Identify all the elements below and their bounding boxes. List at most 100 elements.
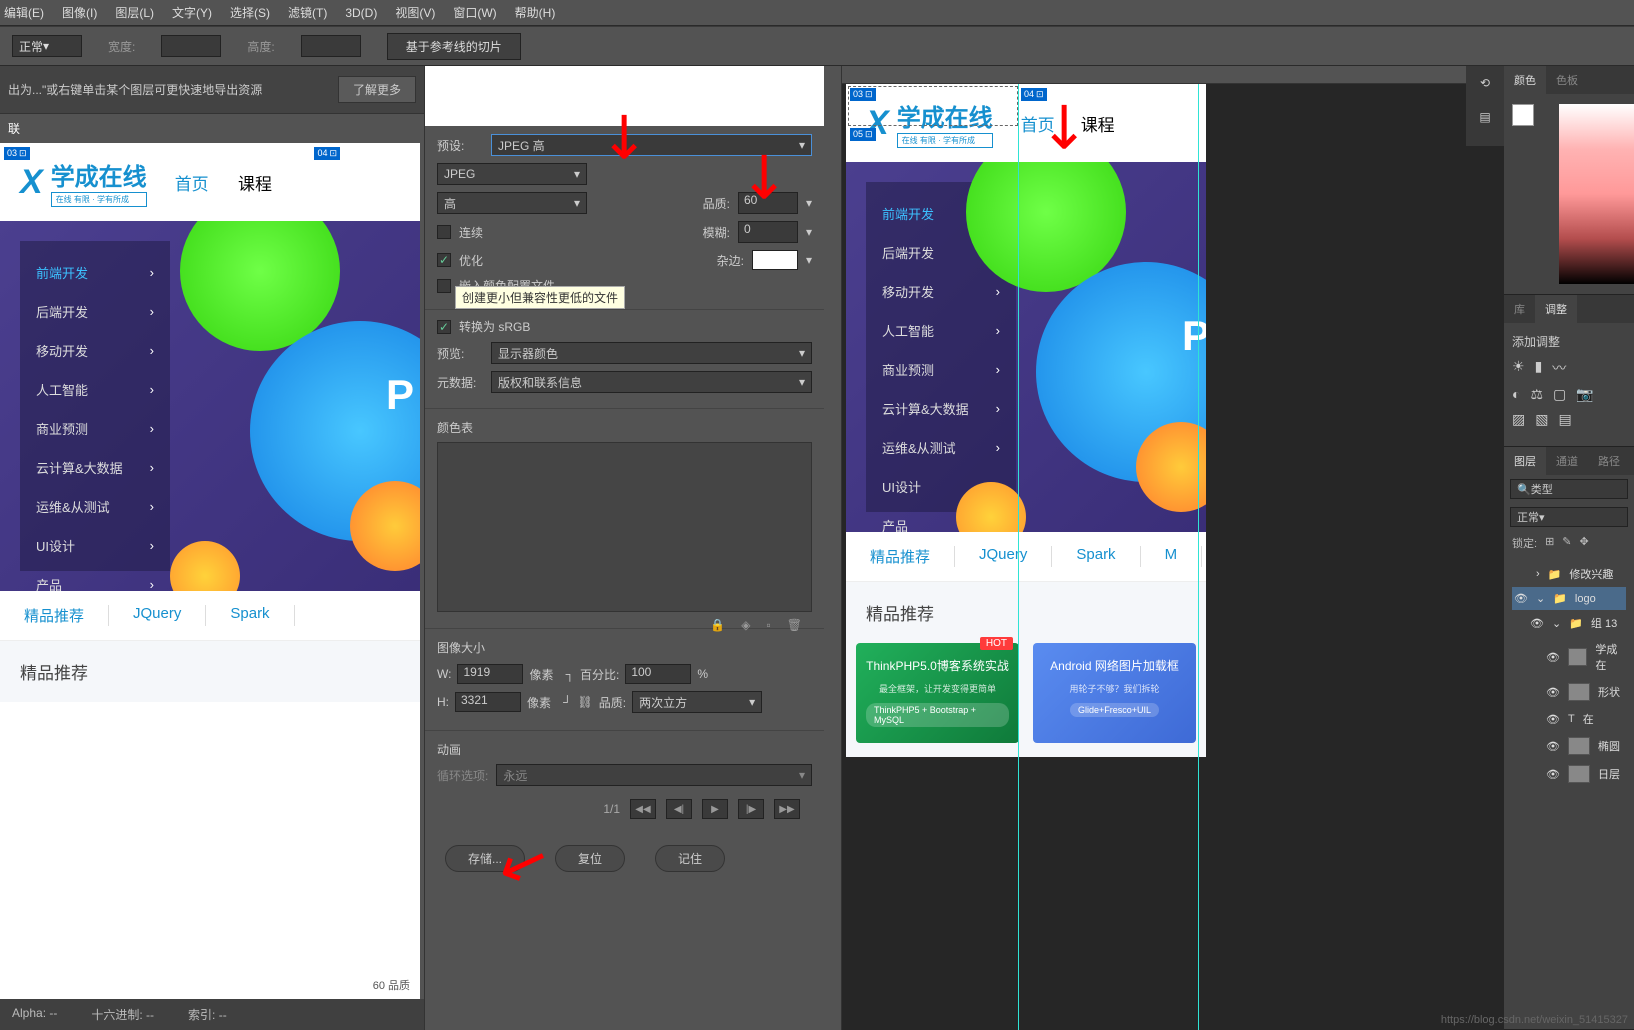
frame-counter: 1/1 [603, 802, 620, 816]
format-dropdown[interactable]: JPEG▾ [437, 163, 587, 185]
menu-3d[interactable]: 3D(D) [345, 6, 377, 20]
lock-pixels-icon[interactable]: ⊞ [1545, 535, 1554, 551]
animation-label: 动画 [437, 743, 461, 757]
menu-bar: 编辑(E) 图像(I) 图层(L) 文字(Y) 选择(S) 滤镜(T) 3D(D… [0, 0, 1634, 26]
height-input[interactable] [301, 35, 361, 57]
layers-tab[interactable]: 图层 [1504, 447, 1546, 475]
width-field[interactable]: 1919 [457, 664, 523, 684]
last-frame-button[interactable]: ▶▶ [774, 799, 800, 819]
quality-input[interactable]: 60 [738, 192, 798, 214]
height-field[interactable]: 3321 [455, 692, 521, 712]
save-button[interactable]: 存储... [445, 845, 525, 872]
side-item: 移动开发 [20, 331, 170, 370]
remember-button[interactable]: 记住 [655, 845, 725, 872]
blur-input[interactable]: 0 [738, 221, 798, 243]
save-for-web-panel: 预设: JPEG 高▾ JPEG▾ 高▾ 品质: 60▾ 连续 模糊: 0▾ ✓… [424, 66, 824, 1030]
menu-filter[interactable]: 滤镜(T) [288, 4, 327, 21]
menu-image[interactable]: 图像(I) [62, 4, 97, 21]
menu-layer[interactable]: 图层(L) [115, 4, 154, 21]
adj-row1[interactable]: ☀ ▮ 〰 [1512, 358, 1626, 378]
optimized-checkbox[interactable]: ✓ [437, 253, 451, 267]
reset-button[interactable]: 复位 [555, 845, 625, 872]
slice-from-guides-button[interactable]: 基于参考线的切片 [387, 33, 521, 60]
bw-icon[interactable]: ◐ [1512, 386, 1520, 403]
collapsed-dock: ⟲ ▤ [1466, 66, 1504, 146]
percent-field[interactable]: 100 [625, 664, 691, 684]
invert-icon[interactable]: ▨ [1512, 411, 1525, 428]
swatches-tab[interactable]: 色板 [1546, 66, 1588, 94]
next-frame-button[interactable]: |▶ [738, 799, 764, 819]
lock-move-icon[interactable]: ✥ [1580, 535, 1589, 551]
srgb-checkbox[interactable]: ✓ [437, 320, 451, 334]
history-icon[interactable]: ⟲ [1466, 66, 1504, 100]
width-input[interactable] [161, 35, 221, 57]
optimized-preview: 03⊡ 04⊡ X 学成在线在线 有限 · 学有所成 首页 课程 前端开发 [0, 143, 420, 999]
color-table-label: 颜色表 [437, 421, 473, 435]
side-item: 人工智能 [20, 370, 170, 409]
camera-icon[interactable]: 📷 [1576, 386, 1593, 403]
play-button[interactable]: ▶ [702, 799, 728, 819]
preview-label: 预览: [437, 345, 483, 362]
properties-icon[interactable]: ▤ [1466, 100, 1504, 134]
foreground-swatch[interactable] [1512, 104, 1534, 126]
lock-paint-icon[interactable]: ✎ [1562, 535, 1571, 551]
channels-tab[interactable]: 通道 [1546, 447, 1588, 475]
side-item: 产品 [20, 565, 170, 591]
image-size-label: 图像大小 [437, 641, 485, 655]
blend-mode-select[interactable]: 正常 ▾ [1510, 507, 1628, 527]
quality-preset-dropdown[interactable]: 高▾ [437, 192, 587, 214]
preset-label: 预设: [437, 137, 483, 154]
index-readout: 索引: -- [188, 1006, 227, 1023]
embed-profile-checkbox[interactable] [437, 279, 451, 293]
resample-dropdown[interactable]: 两次立方▾ [632, 691, 762, 713]
lock-label: 锁定: [1512, 535, 1537, 551]
menu-view[interactable]: 视图(V) [395, 4, 435, 21]
progressive-checkbox[interactable] [437, 225, 451, 239]
paths-tab[interactable]: 路径 [1588, 447, 1630, 475]
course-card: Android 网络图片加载框 用轮子不够？我们拆轮 Glide+Fresco+… [1033, 643, 1196, 743]
curves-icon[interactable]: 〰 [1552, 358, 1566, 378]
matte-swatch[interactable] [752, 250, 798, 270]
slice-badge[interactable]: 05⊡ [850, 128, 876, 141]
threshold-icon[interactable]: ▧ [1535, 411, 1548, 428]
layers-list[interactable]: ›📁修改兴趣 👁⌄📁logo 👁⌄📁组 13 👁学成在 👁形状 👁T在 👁椭圆 … [1504, 555, 1634, 1029]
layer-filter-dropdown[interactable]: 🔍 类型 [1510, 479, 1628, 499]
prev-frame-button[interactable]: ◀| [666, 799, 692, 819]
left-preview-column: 出为..."或右键单击某个图层可更快速地导出资源 了解更多 联 03⊡ 04⊡ … [0, 66, 424, 1030]
preview-dropdown[interactable]: 显示器颜色▾ [491, 342, 812, 364]
learn-more-button[interactable]: 了解更多 [338, 76, 416, 103]
libraries-tab[interactable]: 库 [1504, 295, 1535, 323]
loop-label: 循环选项: [437, 767, 488, 784]
link-icon[interactable]: ⛓ [578, 695, 593, 709]
menu-edit[interactable]: 编辑(E) [4, 4, 44, 21]
add-adjustment-label: 添加调整 [1512, 335, 1560, 349]
preset-dropdown[interactable]: JPEG 高▾ [491, 134, 812, 156]
visibility-toggle[interactable]: 👁 [1514, 592, 1528, 605]
slice-badge[interactable]: 04⊡ [1021, 88, 1047, 101]
color-tab[interactable]: 颜色 [1504, 66, 1546, 94]
levels-icon[interactable]: ▮ [1535, 358, 1543, 378]
hex-readout: 十六进制: -- [91, 1006, 154, 1023]
first-frame-button[interactable]: ◀◀ [630, 799, 656, 819]
color-ramp[interactable] [1559, 104, 1634, 284]
gradient-icon[interactable]: ▤ [1558, 411, 1571, 428]
metadata-dropdown[interactable]: 版权和联系信息▾ [491, 371, 812, 393]
menu-window[interactable]: 窗口(W) [453, 4, 496, 21]
blend-mode-dropdown[interactable]: 正常▾ [12, 35, 82, 57]
menu-help[interactable]: 帮助(H) [515, 4, 556, 21]
brightness-icon[interactable]: ☀ [1512, 358, 1525, 378]
blur-label: 模糊: [703, 224, 730, 241]
left-tab[interactable]: 联 [0, 114, 30, 143]
watermark: https://blog.csdn.net/weixin_51415327 [1441, 1014, 1628, 1026]
photo-icon[interactable]: ▢ [1553, 386, 1566, 403]
loop-dropdown[interactable]: 永远▾ [496, 764, 812, 786]
quality-label: 品质: [703, 195, 730, 212]
balance-icon[interactable]: ⚖ [1530, 386, 1543, 403]
adj-row3[interactable]: ▨ ▧ ▤ [1512, 411, 1626, 428]
adjustments-tab[interactable]: 调整 [1535, 295, 1577, 323]
adj-row2[interactable]: ◐ ⚖ ▢ 📷 [1512, 386, 1626, 403]
menu-type[interactable]: 文字(Y) [172, 4, 212, 21]
side-item: 前端开发 [20, 253, 170, 292]
menu-select[interactable]: 选择(S) [230, 4, 270, 21]
quality-readout: 60 品质 [373, 977, 410, 993]
